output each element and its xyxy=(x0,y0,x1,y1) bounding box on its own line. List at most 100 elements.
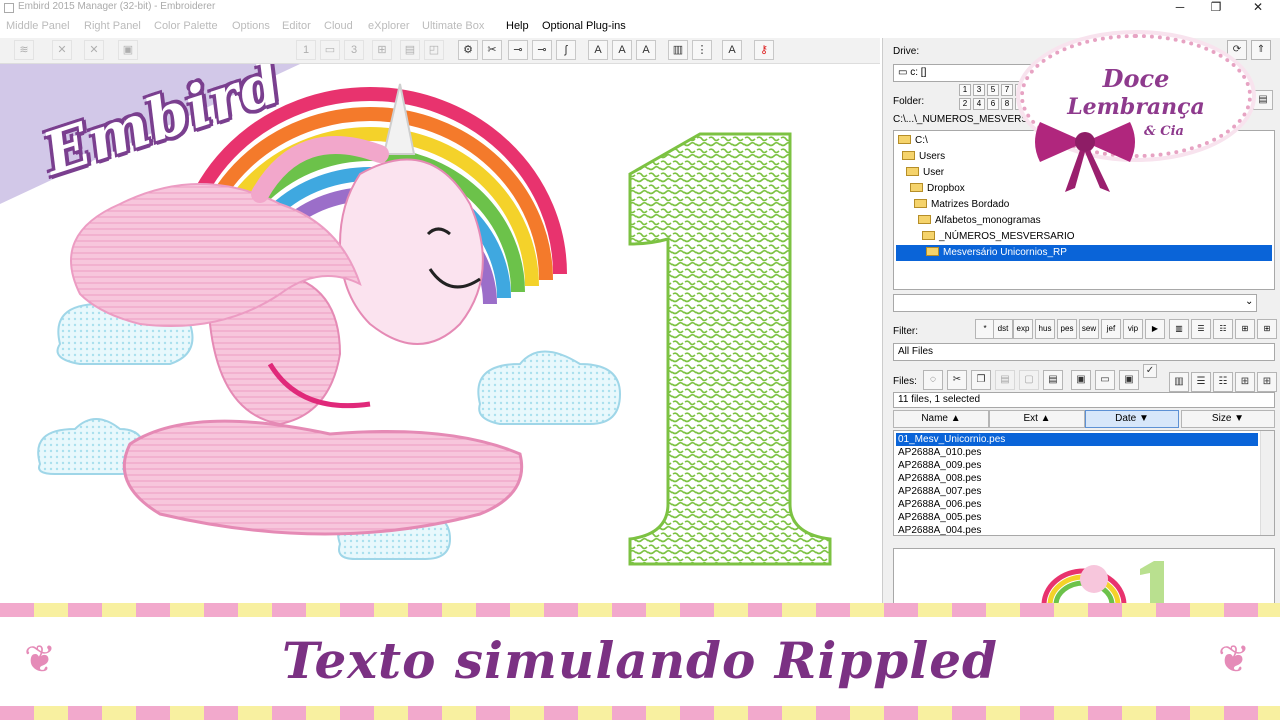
hook-icon[interactable]: ʃ xyxy=(556,40,576,60)
filter-all-button[interactable]: * xyxy=(975,319,995,339)
minimize-button[interactable]: ─ xyxy=(1160,0,1200,16)
menu-ultimate-box[interactable]: Ultimate Box xyxy=(422,20,484,32)
maximize-button[interactable]: ❐ xyxy=(1196,0,1236,16)
filter-hus-button[interactable]: hus xyxy=(1035,319,1055,339)
view-1to1-icon[interactable]: 1 xyxy=(296,40,316,60)
text-edit-icon[interactable]: A xyxy=(612,40,632,60)
save-icon[interactable]: ▣ xyxy=(1071,370,1091,390)
file-row[interactable]: AP2688A_009.pes xyxy=(896,459,1258,472)
key-icon[interactable]: ⚷ xyxy=(754,40,774,60)
menu-cloud[interactable]: Cloud xyxy=(324,20,353,32)
design-canvas[interactable]: Embird xyxy=(0,64,880,604)
monitor-icon[interactable]: ▭ xyxy=(320,40,340,60)
text-fill-icon[interactable]: A xyxy=(636,40,656,60)
folder-up-icon[interactable]: ⇑ xyxy=(1251,40,1271,60)
grid-icon[interactable]: ⊞ xyxy=(372,40,392,60)
list-view-icon[interactable]: ☰ xyxy=(1191,372,1211,392)
filter-pes-button[interactable]: pes xyxy=(1057,319,1077,339)
file-list-scrollbar[interactable] xyxy=(1260,431,1274,535)
menu-optional-plugins[interactable]: Optional Plug-ins xyxy=(542,20,626,32)
thumbnails-icon[interactable]: ⊞ xyxy=(1235,372,1255,392)
details-view-icon[interactable]: ☷ xyxy=(1213,319,1233,339)
thread-icon[interactable]: ⊸ xyxy=(508,40,528,60)
column-size[interactable]: Size ▼ xyxy=(1181,410,1275,428)
chevron-down-icon[interactable]: ⌄ xyxy=(1245,296,1253,307)
details-view-icon[interactable]: ☷ xyxy=(1213,372,1233,392)
select-tool-icon[interactable]: ✕ xyxy=(52,40,72,60)
cut-icon[interactable]: ✂ xyxy=(947,370,967,390)
filter-exp-button[interactable]: exp xyxy=(1013,319,1033,339)
select-all-icon[interactable]: ◌ xyxy=(923,370,943,390)
filter-dst-button[interactable]: dst xyxy=(993,319,1013,339)
tree-item-selected[interactable]: Mesversário Unicornios_RP xyxy=(896,245,1272,261)
menu-explorer[interactable]: eXplorer xyxy=(368,20,410,32)
large-thumbnails-icon[interactable]: ⊞ xyxy=(1257,319,1277,339)
menu-color-palette[interactable]: Color Palette xyxy=(154,20,218,32)
path-combo[interactable] xyxy=(893,294,1257,312)
numkey[interactable]: 8 xyxy=(1001,98,1013,110)
tree-item[interactable]: _NÚMEROS_MESVERSARIO xyxy=(922,229,1075,245)
send-to-machine-icon[interactable]: ▣ xyxy=(1119,370,1139,390)
view-3d-icon[interactable]: 3 xyxy=(344,40,364,60)
tree-item[interactable]: Dropbox xyxy=(910,181,965,197)
print-catalog-icon[interactable]: ▤ xyxy=(1043,370,1063,390)
new-folder-icon[interactable]: ▤ xyxy=(1253,90,1273,110)
needle-icon[interactable]: ⊸ xyxy=(532,40,552,60)
numkey[interactable]: 5 xyxy=(987,84,999,96)
file-row[interactable]: AP2688A_006.pes xyxy=(896,498,1258,511)
file-row-selected[interactable]: 01_Mesv_Unicornio.pes xyxy=(896,433,1258,446)
convert-icon[interactable]: ▭ xyxy=(1095,370,1115,390)
font-size-icon[interactable]: A xyxy=(722,40,742,60)
view-icon[interactable]: ▥ xyxy=(1169,372,1189,392)
filter-vip-button[interactable]: vip xyxy=(1123,319,1143,339)
tree-item[interactable]: C:\ xyxy=(898,133,928,149)
thumbnails-icon[interactable]: ⊞ xyxy=(1235,319,1255,339)
text-icon[interactable]: A xyxy=(588,40,608,60)
checkbox-icon[interactable]: ✓ xyxy=(1143,364,1157,378)
menu-help[interactable]: Help xyxy=(506,20,529,32)
menu-editor[interactable]: Editor xyxy=(282,20,311,32)
file-row[interactable]: AP2688A_004.pes xyxy=(896,524,1258,535)
menu-middle-panel[interactable]: Middle Panel xyxy=(6,20,70,32)
hoop-icon[interactable]: ◰ xyxy=(424,40,444,60)
open-icon[interactable]: ▣ xyxy=(118,40,138,60)
paste-icon[interactable]: ▤ xyxy=(995,370,1015,390)
numkey[interactable]: 6 xyxy=(987,98,999,110)
close-button[interactable]: ✕ xyxy=(1238,0,1278,16)
tree-item[interactable]: Matrizes Bordado xyxy=(914,197,1009,213)
tree-item[interactable]: User xyxy=(906,165,944,181)
numkey[interactable]: 2 xyxy=(959,98,971,110)
copy-icon[interactable]: ▥ xyxy=(668,40,688,60)
list-view-icon[interactable]: ☰ xyxy=(1191,319,1211,339)
arrange-icon[interactable]: ⋮ xyxy=(692,40,712,60)
numkey[interactable]: 3 xyxy=(973,84,985,96)
copy-files-icon[interactable]: ❐ xyxy=(971,370,991,390)
filter-jef-button[interactable]: jef xyxy=(1101,319,1121,339)
numkey[interactable]: 7 xyxy=(1001,84,1013,96)
ruler-icon[interactable]: ▤ xyxy=(400,40,420,60)
view-icon[interactable]: ▥ xyxy=(1169,319,1189,339)
menu-options[interactable]: Options xyxy=(232,20,270,32)
scissors-icon[interactable]: ✂ xyxy=(482,40,502,60)
column-ext[interactable]: Ext ▲ xyxy=(989,410,1085,428)
file-row[interactable]: AP2688A_007.pes xyxy=(896,485,1258,498)
filter-more-button[interactable]: ▶ xyxy=(1145,319,1165,339)
refresh-icon[interactable]: ⟳ xyxy=(1227,40,1247,60)
delete-icon[interactable]: ▢ xyxy=(1019,370,1039,390)
column-name[interactable]: Name ▲ xyxy=(893,410,989,428)
machine-icon[interactable]: ⚙ xyxy=(458,40,478,60)
file-list[interactable]: 01_Mesv_Unicornio.pes AP2688A_010.pes AP… xyxy=(893,430,1275,536)
file-row[interactable]: AP2688A_008.pes xyxy=(896,472,1258,485)
transform-tool-icon[interactable]: ✕ xyxy=(84,40,104,60)
filter-select[interactable]: All Files xyxy=(893,343,1275,361)
filter-sew-button[interactable]: sew xyxy=(1079,319,1099,339)
tree-item[interactable]: Users xyxy=(902,149,945,165)
menu-right-panel[interactable]: Right Panel xyxy=(84,20,141,32)
numkey[interactable]: 4 xyxy=(973,98,985,110)
large-thumbnails-icon[interactable]: ⊞ xyxy=(1257,372,1277,392)
tree-item[interactable]: Alfabetos_monogramas xyxy=(918,213,1041,229)
column-date[interactable]: Date ▼ xyxy=(1085,410,1179,428)
numkey[interactable]: 1 xyxy=(959,84,971,96)
file-row[interactable]: AP2688A_005.pes xyxy=(896,511,1258,524)
file-row[interactable]: AP2688A_010.pes xyxy=(896,446,1258,459)
